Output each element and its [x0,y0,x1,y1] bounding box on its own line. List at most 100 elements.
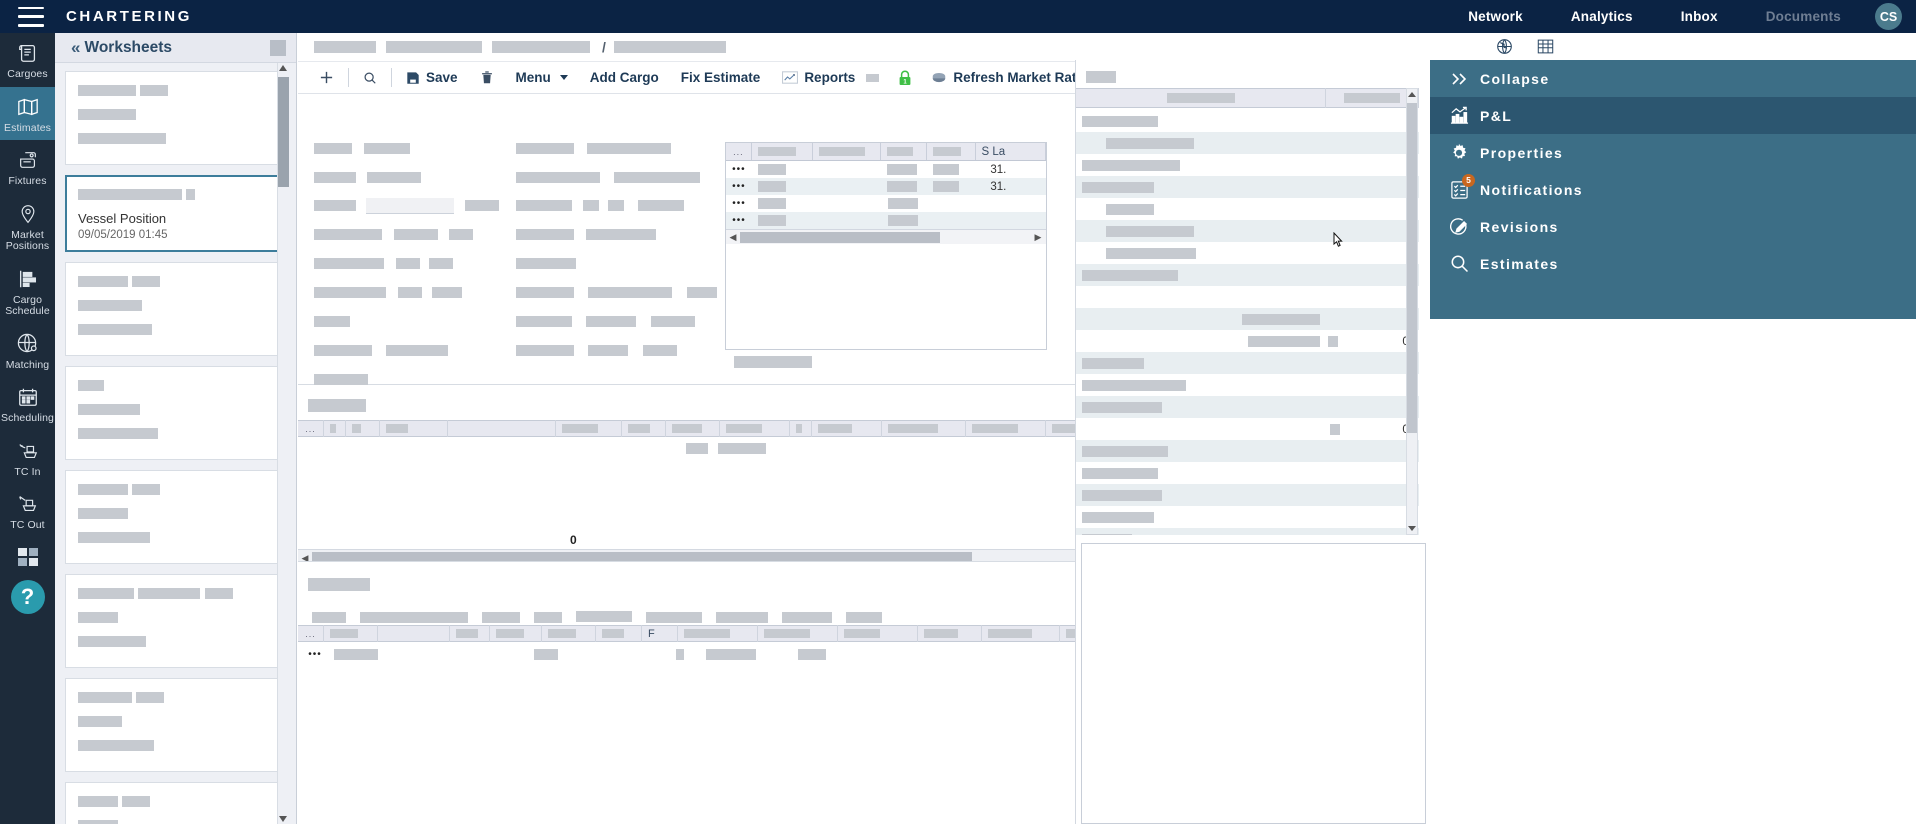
add-button[interactable] [308,63,345,93]
itinerary-header-dots[interactable]: ... [298,420,324,437]
worksheet-name: Vessel Position [78,210,266,227]
list-item[interactable] [65,470,279,564]
table-row[interactable] [1076,308,1419,330]
table-row[interactable] [1076,440,1419,462]
add-cargo-button[interactable]: Add Cargo [579,63,670,93]
menu-dropdown-button[interactable]: Menu [505,63,579,93]
breadcrumb-segment[interactable] [492,41,590,53]
table-row[interactable] [1076,396,1419,418]
help-button[interactable]: ? [11,580,45,614]
caret-left-icon[interactable]: ◀ [726,232,740,243]
pl-rows-container[interactable]: 0 0 [1076,110,1419,535]
sidebar-item-estimates[interactable]: Estimates [0,87,55,141]
grid-header-dots[interactable]: ... [726,143,752,160]
table-row[interactable] [1076,242,1419,264]
sidemenu-item-collapse[interactable]: Collapse [1430,60,1916,97]
fix-estimate-button[interactable]: Fix Estimate [670,63,772,93]
table-row[interactable] [1076,506,1419,528]
scrollbar-thumb[interactable] [1407,103,1417,433]
list-item[interactable] [65,366,279,460]
scrollbar-thumb[interactable] [740,232,940,243]
table-row[interactable] [1076,132,1419,154]
sidebar-item-market-positions[interactable]: Market Positions [0,194,55,259]
sidebar-item-matching[interactable]: Matching [0,324,55,378]
nav-link-inbox[interactable]: Inbox [1657,0,1742,33]
list-item[interactable] [65,71,279,165]
breadcrumb-segment[interactable] [386,41,482,53]
table-row[interactable] [1076,286,1419,308]
row-menu-icon[interactable]: ••• [726,181,752,192]
table-row[interactable] [1076,176,1419,198]
table-row[interactable] [1076,264,1419,286]
search-button[interactable] [352,63,388,93]
list-item[interactable] [65,262,279,356]
hamburger-menu-icon[interactable] [18,7,44,27]
table-row[interactable]: ••• [726,212,1046,229]
grid-icon[interactable] [18,548,38,566]
table-row[interactable] [1076,374,1419,396]
save-button[interactable]: Save [395,63,469,93]
scrollbar-thumb[interactable] [278,77,289,187]
nav-link-analytics[interactable]: Analytics [1547,0,1657,33]
sidebar-item-cargoes[interactable]: Cargoes [0,33,55,87]
sidebar-item-scheduling[interactable]: Scheduling [0,377,55,431]
sidemenu-item-notifications[interactable]: 5 Notifications [1430,171,1916,208]
table-row[interactable]: ••• [302,645,826,663]
nav-link-network[interactable]: Network [1444,0,1547,33]
breadcrumb-segment[interactable] [614,41,726,53]
table-row[interactable] [1076,154,1419,176]
table-row[interactable] [1076,352,1419,374]
sidebar-item-cargo-schedule[interactable]: Cargo Schedule [0,259,55,324]
table-row[interactable] [1076,462,1419,484]
table-row[interactable] [1076,110,1419,132]
row-menu-icon[interactable]: ••• [726,198,752,209]
worksheets-scrollbar[interactable] [277,63,288,824]
table-row[interactable] [1076,198,1419,220]
scroll-down-arrow-icon[interactable] [279,816,287,822]
caret-right-icon[interactable]: ▶ [1030,232,1046,243]
breadcrumb-segment[interactable] [314,41,376,53]
table-row[interactable] [1076,484,1419,506]
chevron-double-left-icon[interactable]: « [71,38,78,58]
row-menu-icon[interactable]: ••• [726,164,752,175]
scroll-down-arrow-icon[interactable] [1408,526,1416,531]
table-row[interactable]: ••• 31. [726,161,1046,178]
sidemenu-item-pl[interactable]: P&L [1430,97,1916,134]
sidebar-item-fixtures[interactable]: Fixtures [0,140,55,194]
globe-icon[interactable] [1496,38,1513,60]
nav-link-documents[interactable]: Documents [1742,0,1865,33]
bottom-header-col-f[interactable]: F [642,625,678,642]
sidebar-item-tc-in[interactable]: TC In [0,431,55,485]
table-row[interactable]: 0 [1076,418,1419,440]
worksheets-action-square[interactable] [270,40,286,56]
scroll-up-arrow-icon[interactable] [279,65,287,71]
pl-header-col-1[interactable] [1076,88,1326,108]
scroll-up-arrow-icon[interactable] [1408,92,1416,97]
sidemenu-item-properties[interactable]: Properties [1430,134,1916,171]
table-row[interactable]: 0 [1076,330,1419,352]
sidemenu-item-estimates[interactable]: Estimates [1430,245,1916,282]
row-menu-icon[interactable]: ••• [726,215,752,226]
delete-button[interactable] [469,63,505,93]
table-row[interactable] [1076,528,1419,535]
reports-button[interactable]: Reports [771,63,890,93]
lock-button[interactable]: 1 [890,63,920,93]
ports-data-grid[interactable]: ... S La ••• 31. ••• 3 [725,142,1047,350]
table-grid-icon[interactable] [1537,38,1554,60]
row-menu-icon[interactable]: ••• [302,649,328,660]
user-avatar[interactable]: CS [1875,3,1902,30]
list-item-selected-vessel-position[interactable]: Vessel Position 09/05/2019 01:45 [65,175,279,252]
bottom-header-dots[interactable]: ... [298,625,324,642]
list-item[interactable] [65,574,279,668]
table-row[interactable]: ••• 31. [726,178,1046,195]
table-row[interactable] [1076,220,1419,242]
grid-header-col-s-la[interactable]: S La [976,143,1046,160]
sidemenu-item-revisions[interactable]: Revisions [1430,208,1916,245]
table-row[interactable]: ••• [726,195,1046,212]
worksheets-list[interactable]: Vessel Position 09/05/2019 01:45 [55,63,287,824]
grid-horizontal-scrollbar[interactable]: ◀ ▶ [726,229,1046,244]
sidebar-item-tc-out[interactable]: TC Out [0,484,55,538]
pl-vertical-scrollbar[interactable] [1406,88,1418,535]
list-item[interactable] [65,678,279,772]
list-item[interactable] [65,782,279,824]
